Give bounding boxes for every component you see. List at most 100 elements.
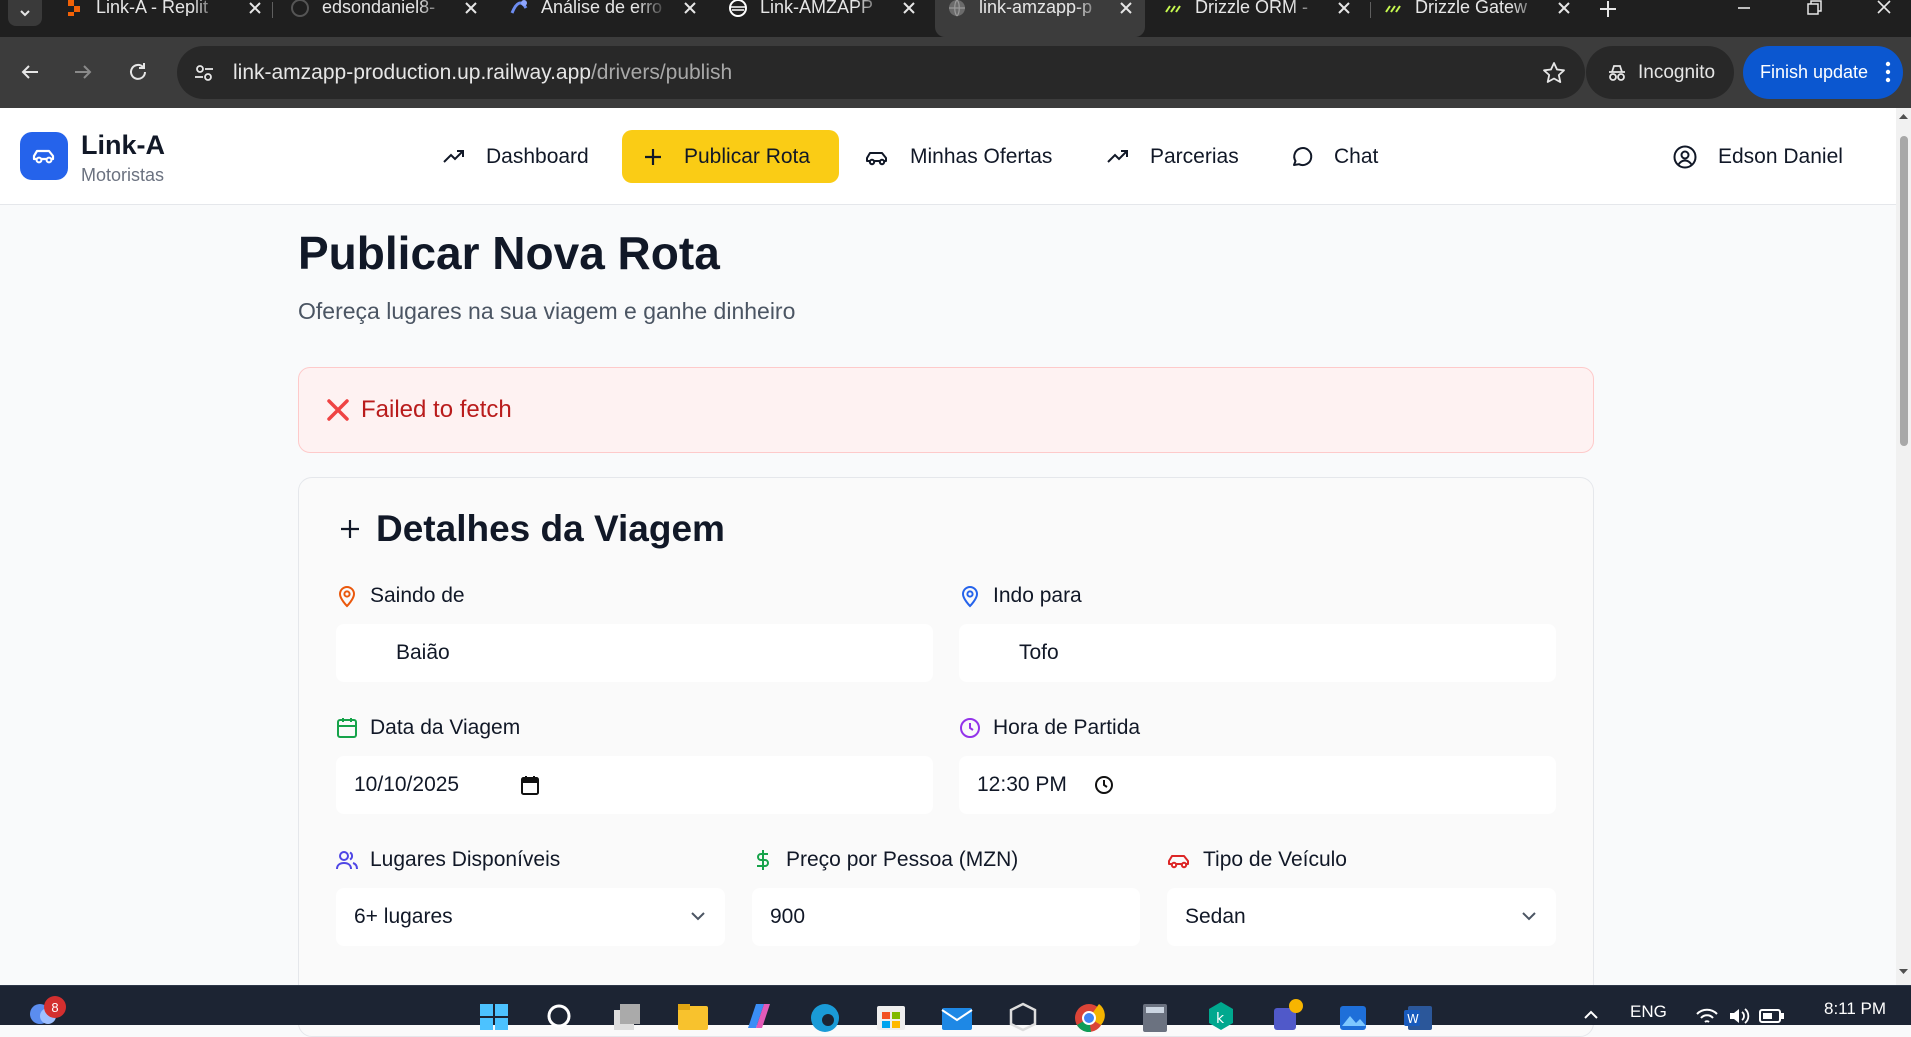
address-bar[interactable]: link-amzapp-production.up.railway.app/dr…	[177, 46, 1585, 99]
chat-icon	[1293, 146, 1313, 166]
brand-subtitle: Motoristas	[81, 165, 165, 185]
plus-icon	[645, 148, 661, 165]
close-icon[interactable]	[246, 0, 264, 17]
browser-tab[interactable]: Drizzle Gatew	[1383, 0, 1583, 37]
kaspersky-icon[interactable]: k	[1204, 998, 1238, 1032]
cube-app-icon[interactable]	[1006, 998, 1040, 1032]
url-host: link-amzapp-production.up.railway.app	[233, 61, 591, 84]
chrome-icon[interactable]	[1072, 998, 1106, 1032]
photos-icon[interactable]	[1336, 998, 1370, 1032]
clock-picker-icon[interactable]	[1094, 775, 1114, 795]
close-icon[interactable]	[1117, 0, 1135, 17]
brand-logo[interactable]	[20, 132, 68, 180]
edge-icon[interactable]	[808, 998, 842, 1032]
reload-button[interactable]	[119, 53, 157, 91]
notification-badge: 8	[44, 996, 66, 1018]
from-label: Saindo de	[336, 584, 465, 608]
chevron-up-icon[interactable]	[1583, 1008, 1599, 1020]
tab-title: Link-A - Replit	[96, 0, 209, 16]
wifi-icon[interactable]	[1695, 1006, 1719, 1026]
browser-tab[interactable]: edsondaniel8-	[290, 0, 490, 37]
incognito-label: Incognito	[1638, 61, 1716, 83]
browser-tab[interactable]: Drizzle ORM -	[1163, 0, 1363, 37]
browser-tab[interactable]: Análise de erro	[509, 0, 709, 37]
clock-time[interactable]: 8:11 PM	[1824, 999, 1886, 1019]
app-icon	[510, 0, 528, 14]
bookmark-star-icon[interactable]	[1541, 60, 1567, 86]
battery-icon[interactable]	[1759, 1008, 1785, 1024]
volume-icon[interactable]	[1727, 1006, 1751, 1026]
clock-icon	[960, 718, 980, 738]
reload-icon	[130, 63, 146, 80]
calculator-icon[interactable]	[1138, 998, 1172, 1032]
scrollbar-thumb[interactable]	[1900, 136, 1908, 446]
time-input[interactable]: 12:30 PM	[959, 756, 1556, 814]
nav-publicar-rota[interactable]: Publicar Rota	[622, 130, 839, 183]
window-close-icon[interactable]	[1873, 0, 1895, 18]
vehicle-label-text: Tipo de Veículo	[1203, 848, 1347, 871]
nav-chat[interactable]: Chat	[1270, 130, 1398, 183]
windows-start-icon[interactable]	[478, 998, 512, 1032]
to-input[interactable]: Tofo	[959, 624, 1556, 682]
vehicle-select[interactable]: Sedan	[1167, 888, 1556, 946]
page-scrollbar[interactable]	[1896, 108, 1911, 985]
mail-icon[interactable]	[940, 998, 974, 1032]
file-explorer-icon[interactable]	[676, 998, 710, 1032]
store-icon[interactable]	[874, 998, 908, 1032]
restore-icon[interactable]	[1803, 0, 1825, 18]
close-icon[interactable]	[1555, 0, 1573, 17]
seats-select[interactable]: 6+ lugares	[336, 888, 725, 946]
nav-parcerias[interactable]: Parcerias	[1086, 130, 1259, 183]
forward-button[interactable]	[64, 53, 102, 91]
time-label: Hora de Partida	[959, 716, 1140, 740]
site-info-button[interactable]	[189, 58, 219, 88]
from-input[interactable]: Baião	[336, 624, 933, 682]
teams-icon[interactable]	[1270, 998, 1304, 1032]
browser-tab[interactable]: Link-AMZAPP	[728, 0, 928, 37]
nav-dashboard[interactable]: Dashboard	[422, 130, 609, 183]
new-tab-icon[interactable]	[1597, 0, 1619, 20]
close-icon[interactable]	[1335, 0, 1353, 17]
map-pin-icon	[338, 586, 356, 608]
user-menu[interactable]: Edson Daniel	[1672, 130, 1843, 183]
close-icon[interactable]	[681, 0, 699, 17]
copilot-icon[interactable]	[742, 998, 776, 1032]
plus-icon	[341, 520, 359, 538]
tab-title: Link-AMZAPP	[760, 0, 874, 16]
nav-label: Publicar Rota	[684, 144, 811, 168]
drizzle-icon	[1165, 5, 1181, 13]
vehicle-label: Tipo de Veículo	[1167, 848, 1347, 872]
close-icon[interactable]	[462, 0, 480, 17]
nav-minhas-ofertas[interactable]: Minhas Ofertas	[844, 130, 1072, 183]
search-icon[interactable]	[544, 998, 578, 1032]
seats-label-text: Lugares Disponíveis	[370, 848, 561, 871]
to-label-text: Indo para	[993, 584, 1082, 607]
globe-icon	[949, 0, 965, 17]
url-path: /drivers/publish	[590, 61, 733, 84]
price-input[interactable]: 900	[752, 888, 1140, 946]
word-icon[interactable]: W	[1402, 998, 1436, 1032]
section-title-text: Detalhes da Viagem	[376, 508, 725, 549]
browser-tab-active[interactable]: link-amzapp-p	[935, 0, 1145, 37]
calendar-picker-icon[interactable]	[520, 774, 540, 796]
app-header: Link-A Motoristas Dashboard Publicar Rot…	[0, 108, 1896, 205]
price-label-text: Preço por Pessoa (MZN)	[786, 848, 1019, 871]
from-value: Baião	[396, 641, 450, 664]
date-input[interactable]: 10/10/2025	[336, 756, 933, 814]
scroll-down-arrow-icon[interactable]	[1898, 968, 1909, 976]
back-button[interactable]	[11, 53, 49, 91]
tab-search-button[interactable]	[8, 0, 42, 26]
trending-up-icon	[1107, 149, 1128, 163]
task-view-icon[interactable]	[610, 998, 644, 1032]
incognito-indicator[interactable]: Incognito	[1586, 46, 1734, 99]
scroll-up-arrow-icon[interactable]	[1898, 112, 1909, 120]
language-indicator[interactable]: ENG	[1630, 1002, 1667, 1022]
arrow-left-icon	[21, 65, 38, 79]
seats-value: 6+ lugares	[354, 905, 453, 928]
browser-tab[interactable]: Link-A - Replit	[64, 0, 274, 37]
x-icon	[327, 399, 349, 421]
error-alert: Failed to fetch	[298, 367, 1594, 453]
finish-update-button[interactable]: Finish update	[1743, 46, 1903, 99]
minimize-icon[interactable]	[1733, 0, 1755, 18]
close-icon[interactable]	[900, 0, 918, 17]
